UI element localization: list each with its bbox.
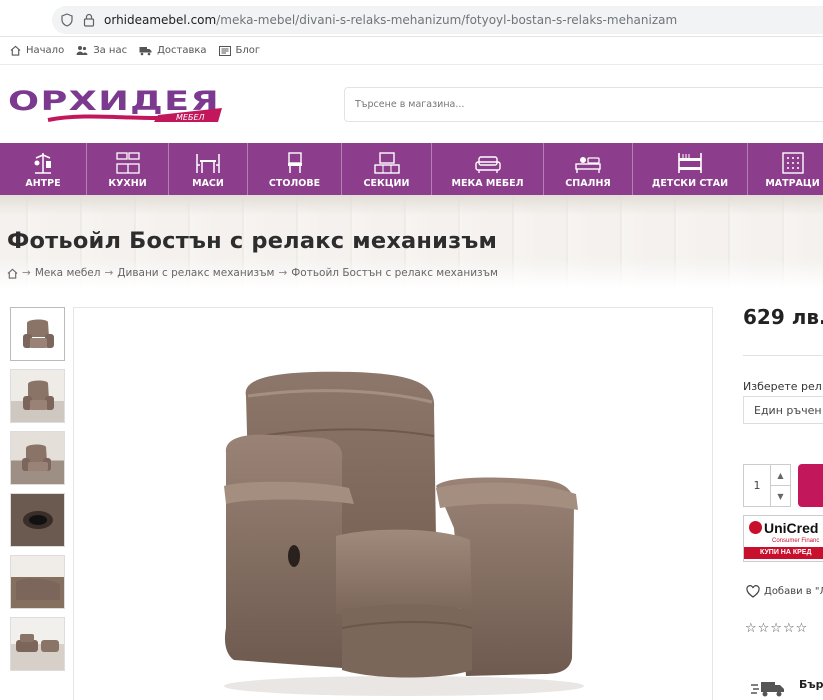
add-to-cart-button[interactable] xyxy=(798,464,823,507)
kitchen-icon xyxy=(115,152,140,174)
truck-icon xyxy=(139,46,152,55)
home-icon[interactable] xyxy=(7,268,18,279)
quantity-value[interactable]: 1 xyxy=(744,465,770,506)
unicredit-brand: UniCred xyxy=(764,520,819,536)
thumbnail[interactable] xyxy=(10,617,65,671)
product-main-image[interactable] xyxy=(73,307,713,700)
delivery-label: Бър xyxy=(799,677,823,691)
unicredit-logo-icon xyxy=(749,521,762,534)
nav-label: СТОЛОВЕ xyxy=(268,178,321,189)
site-header: ОРХИДЕЯ МЕБЕЛ Търсене в магазина... xyxy=(0,65,823,143)
table-icon xyxy=(196,154,220,173)
arrow-icon: → xyxy=(22,267,31,279)
breadcrumb-link[interactable]: Дивани с релакс механизъм xyxy=(117,267,274,279)
thumbnail[interactable] xyxy=(10,431,65,485)
bed-icon xyxy=(575,157,601,173)
unicredit-sub: Consumer Financ xyxy=(772,538,820,544)
mattress-icon xyxy=(781,152,804,174)
wishlist-label: Добави в "Л xyxy=(764,586,823,597)
heart-icon xyxy=(746,585,760,598)
bunk-bed-icon xyxy=(678,153,702,173)
url-path: /meka-mebel/divani-s-relaks-mehanizum/fo… xyxy=(216,13,678,27)
chevron-down-icon[interactable]: ▼ xyxy=(771,485,790,506)
rating-stars[interactable]: ☆☆☆☆☆ xyxy=(745,621,808,636)
breadcrumb: → Мека мебел → Дивани с релакс механизъм… xyxy=(7,267,498,279)
search-placeholder: Търсене в магазина... xyxy=(355,99,465,110)
mechanism-select-value: Един ръчен xyxy=(754,403,822,417)
thumbnail[interactable] xyxy=(10,555,65,609)
divider xyxy=(743,355,823,356)
quantity-buttons: ▲ ▼ xyxy=(770,465,790,506)
toplink-label: Доставка xyxy=(157,45,207,56)
toplink-label: За нас xyxy=(93,45,128,56)
nav-label: МАТРАЦИ xyxy=(765,178,820,189)
thumbnail-gallery xyxy=(10,307,66,679)
mechanism-select[interactable]: Един ръчен xyxy=(743,396,823,424)
quantity-stepper[interactable]: 1 ▲ ▼ xyxy=(743,464,791,507)
delivery-info: Бър xyxy=(751,677,823,698)
nav-item-matratsi[interactable]: МАТРАЦИ xyxy=(748,143,823,195)
toplink-about[interactable]: За нас xyxy=(76,45,127,56)
unicredit-banner[interactable]: UniCred Consumer Financ КУПИ НА КРЕД xyxy=(743,515,823,562)
page-title: Фотьойл Бостън с релакс механизъм xyxy=(7,228,498,254)
nav-label: СПАЛНЯ xyxy=(565,178,611,189)
unicredit-strip: КУПИ НА КРЕД xyxy=(744,547,823,559)
nav-label: СЕКЦИИ xyxy=(363,178,410,189)
thumbnail[interactable] xyxy=(10,307,65,361)
add-to-wishlist-link[interactable]: Добави в "Л xyxy=(746,585,823,598)
chevron-up-icon[interactable]: ▲ xyxy=(771,465,790,485)
browser-url-bar: orhideamebel.com/meka-mebel/divani-s-rel… xyxy=(0,0,823,37)
nav-item-masi[interactable]: МАСИ xyxy=(169,143,248,195)
nav-item-kuhni[interactable]: КУХНИ xyxy=(87,143,169,195)
site-logo[interactable]: ОРХИДЕЯ МЕБЕЛ xyxy=(8,82,228,126)
toplink-home[interactable]: Начало xyxy=(10,45,64,56)
nav-item-detski-stai[interactable]: ДЕТСКИ СТАИ xyxy=(633,143,748,195)
toplink-label: Блог xyxy=(235,45,261,56)
category-nav: АНТРЕ КУХНИ МАСИ СТОЛОВЕ СЕКЦИИ МЕКА МЕБ… xyxy=(0,143,823,195)
svg-text:МЕБЕЛ: МЕБЕЛ xyxy=(176,113,205,122)
thumbnail[interactable] xyxy=(10,493,65,547)
sofa-icon xyxy=(474,156,501,173)
nav-label: МАСИ xyxy=(192,178,224,189)
nav-item-meka-mebel[interactable]: МЕКА МЕБЕЛ xyxy=(432,143,544,195)
address-field[interactable]: orhideamebel.com/meka-mebel/divani-s-rel… xyxy=(52,6,823,34)
top-links: Начало За нас Доставка Блог xyxy=(0,37,823,65)
nav-label: АНТРЕ xyxy=(25,178,61,189)
search-input[interactable]: Търсене в магазина... xyxy=(344,87,823,122)
thumbnail[interactable] xyxy=(10,369,65,423)
arrow-icon: → xyxy=(104,267,114,279)
nav-item-spalnya[interactable]: СПАЛНЯ xyxy=(544,143,633,195)
mechanism-select-label: Изберете рел xyxy=(743,380,822,393)
nav-label: КУХНИ xyxy=(108,178,147,189)
product-price: 629 лв. xyxy=(743,305,823,329)
toplink-blog[interactable]: Блог xyxy=(218,45,261,56)
site-info-icon[interactable] xyxy=(60,13,74,27)
nav-label: ДЕТСКИ СТАИ xyxy=(651,178,729,189)
url-host: orhideamebel.com xyxy=(104,13,217,27)
tv-unit-icon xyxy=(373,152,400,174)
nav-item-antre[interactable]: АНТРЕ xyxy=(0,143,87,195)
home-icon xyxy=(10,45,21,56)
hanger-icon xyxy=(34,153,51,174)
breadcrumb-current: Фотьойл Бостън с релакс механизъм xyxy=(291,267,498,279)
blog-icon xyxy=(218,45,231,56)
title-banner: Фотьойл Бостън с релакс механизъм → Мека… xyxy=(0,195,823,288)
breadcrumb-link[interactable]: Мека мебел xyxy=(35,267,101,279)
nav-item-stolove[interactable]: СТОЛОВЕ xyxy=(248,143,342,195)
lock-icon xyxy=(82,13,96,27)
chair-icon xyxy=(287,152,302,173)
people-icon xyxy=(76,46,88,55)
arrow-icon: → xyxy=(278,267,288,279)
nav-label: МЕКА МЕБЕЛ xyxy=(451,178,524,189)
fast-delivery-icon xyxy=(751,682,784,697)
nav-item-sektsii[interactable]: СЕКЦИИ xyxy=(342,143,432,195)
toplink-label: Начало xyxy=(26,45,65,56)
toplink-delivery[interactable]: Доставка xyxy=(139,45,207,56)
